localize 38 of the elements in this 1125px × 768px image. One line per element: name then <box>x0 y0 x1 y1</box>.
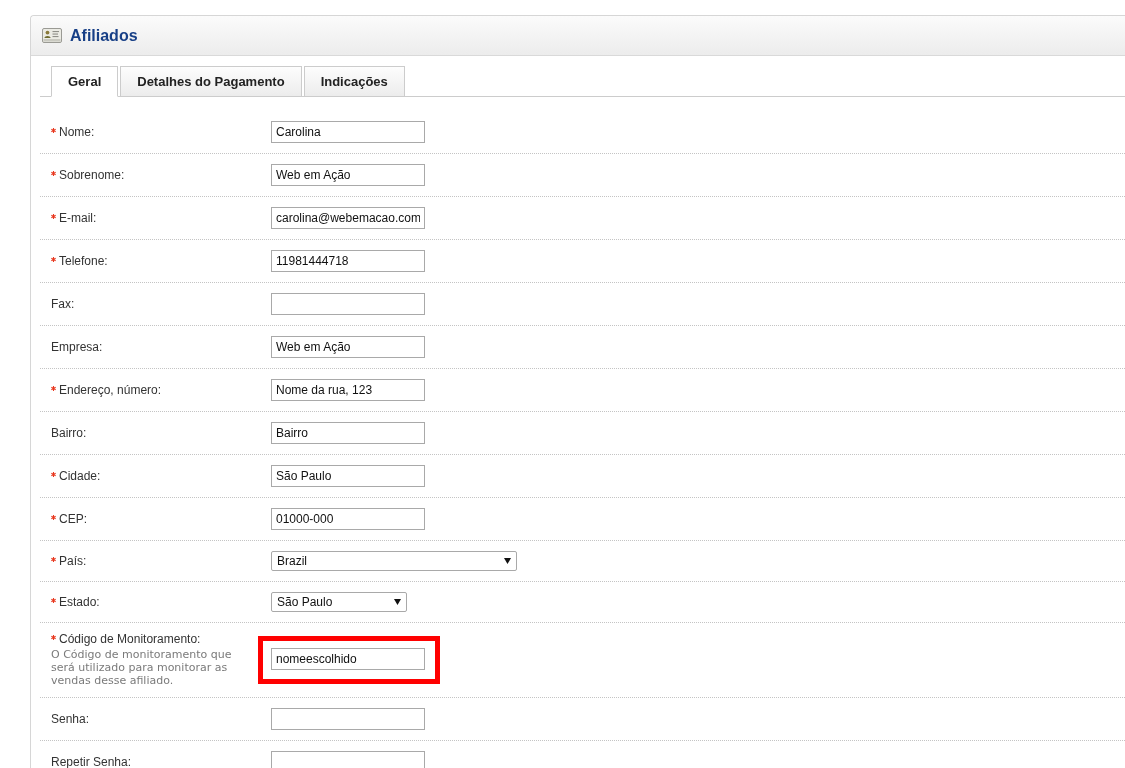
field-label: Nome: <box>59 126 95 138</box>
caret-icon <box>394 599 401 605</box>
field-label: Empresa: <box>51 341 103 353</box>
field-label: Bairro: <box>51 427 87 439</box>
text-input[interactable]: 01000-000 <box>271 508 425 530</box>
tab[interactable]: Indicações <box>303 66 405 97</box>
dropdown-select[interactable]: São Paulo <box>271 592 407 612</box>
field-label: E-mail: <box>59 212 97 224</box>
field-label: Telefone: <box>59 255 108 267</box>
field-label: Código de Monitoramento: <box>59 633 201 645</box>
text-input[interactable]: Web em Ação <box>271 336 425 358</box>
text-input[interactable]: 11981444718 <box>271 250 425 272</box>
text-input[interactable]: São Paulo <box>271 465 425 487</box>
caret-icon <box>504 558 511 564</box>
text-input[interactable] <box>271 751 425 768</box>
text-input[interactable]: carolina@webemacao.com <box>271 207 425 229</box>
field-label: CEP: <box>59 513 87 525</box>
text-input[interactable] <box>271 708 425 730</box>
id-card-icon <box>42 28 62 43</box>
field-label: Cidade: <box>59 470 101 482</box>
field-label: Fax: <box>51 298 75 310</box>
field-label: Endereço, número: <box>59 384 162 396</box>
text-input[interactable]: Nome da rua, 123 <box>271 379 425 401</box>
text-input[interactable] <box>271 293 425 315</box>
field-label: Estado: <box>59 596 100 608</box>
text-input[interactable]: Web em Ação <box>271 164 425 186</box>
dropdown-select[interactable]: Brazil <box>271 551 517 571</box>
field-hint: O Código de monitoramento que será utilizado para monitorar as vendas desse afiliado. <box>51 648 233 687</box>
text-input[interactable]: Carolina <box>271 121 425 143</box>
tab[interactable]: Detalhes do Pagamento <box>120 66 302 97</box>
text-input[interactable]: nomeescolhido <box>271 648 425 670</box>
field-label: Sobrenome: <box>59 169 125 181</box>
tab[interactable]: Geral <box>51 66 119 97</box>
text-input[interactable]: Bairro <box>271 422 425 444</box>
field-label: País: <box>59 555 87 567</box>
field-label: Senha: <box>51 713 90 725</box>
field-label: Repetir Senha: <box>51 756 132 768</box>
panel-title: Afiliados <box>70 26 138 45</box>
